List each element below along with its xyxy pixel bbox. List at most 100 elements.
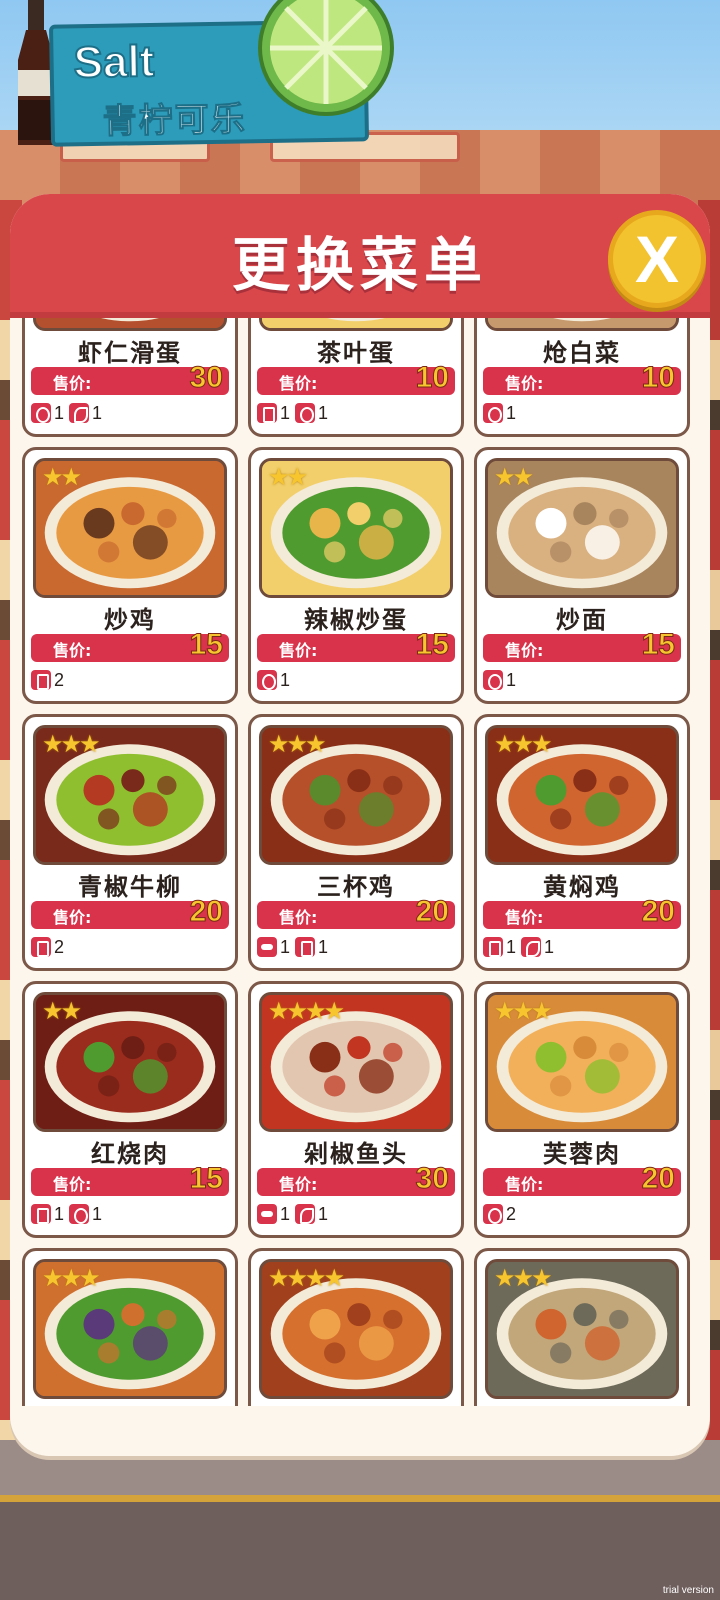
price-value: 30 [189,361,223,395]
price-value: 15 [189,1162,223,1196]
dish-card[interactable]: ★★★ 芙蓉肉 售价: 20 2 [474,981,690,1238]
price-bar: 售价: 20 [483,895,681,929]
fish-icon [521,937,542,957]
pepper-icon [257,1204,277,1224]
banner-product: 青柠可乐 [102,99,248,143]
dish-image: ★★★ [485,992,679,1132]
dish-card[interactable]: ★★★地三鲜售价: [22,1248,238,1406]
ingredient-count: 2 [54,669,65,690]
ground [0,1440,720,1600]
dialog-title: 更换菜单 [231,231,488,299]
ingredient-count: 1 [280,936,291,957]
ingredient-list: 11 [257,1202,331,1226]
dish-card[interactable]: ★★★烤生蚝售价: [474,1248,690,1406]
egg-icon [31,403,51,423]
dish-card[interactable]: ★★★★新疆大盘鸡售价: [248,1248,464,1406]
price-bar: 售价: 20 [483,1162,681,1196]
ingredient-list: 11 [31,1202,105,1226]
price-label: 售价: [53,641,92,660]
price-bar: 售价: 30 [257,1162,455,1196]
dish-image: ★★ [485,458,679,598]
ingredient-count: 1 [318,402,329,423]
dish-name: 地三鲜 [25,1401,235,1406]
close-button[interactable]: X [608,210,706,308]
watermark: trial version [662,1585,714,1596]
star-rating: ★★★ [494,1264,553,1292]
ingredient-list: 11 [257,401,331,425]
price-bar: 售价: 15 [31,1162,229,1196]
dish-image: ★★★ [485,1259,679,1399]
star-rating: ★★★ [42,730,101,758]
fish-icon [295,1204,316,1224]
pepper-icon [257,937,277,957]
salt-icon [31,670,51,690]
price-value: 10 [641,361,675,395]
ingredient-count: 1 [280,669,291,690]
price-label: 售价: [53,1175,92,1194]
star-rating: ★★ [268,463,308,491]
star-rating: ★★★ [268,730,327,758]
egg-icon [483,1204,503,1224]
egg-icon [257,670,277,690]
ingredient-list: 1 [483,668,519,692]
dish-card[interactable]: ★★★ 黄焖鸡 售价: 20 1 1 [474,714,690,971]
dish-image [485,318,679,331]
ingredient-count: 1 [544,936,555,957]
dish-image: ★★★ [33,725,227,865]
ingredient-count: 1 [506,402,517,423]
salt-icon [295,937,316,957]
price-label: 售价: [279,908,318,927]
egg-icon [69,1204,90,1224]
star-rating: ★★★★ [268,997,345,1025]
star-rating: ★★★ [494,997,553,1025]
dish-card[interactable]: ★★★★ 剁椒鱼头 售价: 30 1 1 [248,981,464,1238]
ingredient-list: 11 [257,935,331,959]
price-label: 售价: [53,374,92,393]
price-label: 售价: [505,1175,544,1194]
star-rating: ★★★★ [268,1264,345,1292]
ingredient-count: 1 [54,1203,65,1224]
price-value: 20 [415,895,449,929]
price-label: 售价: [279,641,318,660]
dish-card[interactable]: ★★★ 三杯鸡 售价: 20 1 1 [248,714,464,971]
dish-card[interactable]: ★★ 辣椒炒蛋 售价: 15 1 [248,447,464,704]
ingredient-count: 1 [54,402,65,423]
price-value: 15 [415,628,449,662]
dish-card[interactable]: 茶叶蛋 售价: 10 1 1 [248,318,464,437]
price-label: 售价: [279,1175,318,1194]
dish-image: ★★★★ [259,992,453,1132]
dish-card[interactable]: 炝白菜 售价: 10 1 [474,318,690,437]
dish-image: ★★ [33,992,227,1132]
dish-card[interactable]: ★★ 炒面 售价: 15 1 [474,447,690,704]
dish-card[interactable]: ★★ 红烧肉 售价: 15 1 1 [22,981,238,1238]
dish-image: ★★★ [259,725,453,865]
ingredient-count: 1 [280,402,291,423]
dish-card[interactable]: ★★★ 青椒牛柳 售价: 20 2 [22,714,238,971]
ingredient-list: 1 [257,668,293,692]
salt-icon [31,1204,51,1224]
egg-icon [295,403,316,423]
dish-image: ★★ [259,458,453,598]
price-label: 售价: [279,374,318,393]
change-menu-dialog: 更换菜单 X 虾仁滑蛋 售价: 30 1 1 茶叶蛋 售价: 10 1 1 炝白菜 售价: 10 1 ★★ 炒… [10,194,710,1456]
dish-name: 新疆大盘鸡 [251,1401,461,1406]
price-bar: 售价: 20 [257,895,455,929]
price-value: 20 [641,895,675,929]
dish-card[interactable]: ★★ 炒鸡 售价: 15 2 [22,447,238,704]
price-bar: 售价: 15 [257,628,455,662]
ingredient-list: 2 [31,935,67,959]
price-bar: 售价: 20 [31,895,229,929]
dish-card[interactable]: 虾仁滑蛋 售价: 30 1 1 [22,318,238,437]
dish-image: ★★★ [485,725,679,865]
price-value: 15 [641,628,675,662]
salt-icon [483,937,503,957]
dish-image [33,318,227,331]
dish-name: 烤生蚝 [477,1401,687,1406]
price-value: 15 [189,628,223,662]
ingredient-count: 2 [54,936,65,957]
dish-list[interactable]: 虾仁滑蛋 售价: 30 1 1 茶叶蛋 售价: 10 1 1 炝白菜 售价: 10 1 ★★ 炒鸡 售价: 15 2… [10,318,710,1406]
dish-grid: 虾仁滑蛋 售价: 30 1 1 茶叶蛋 售价: 10 1 1 炝白菜 售价: 10 1 ★★ 炒鸡 售价: 15 2… [22,318,690,1406]
dish-image: ★★★ [33,1259,227,1399]
lime-slice-icon [258,0,394,116]
ingredient-count: 2 [506,1203,517,1224]
